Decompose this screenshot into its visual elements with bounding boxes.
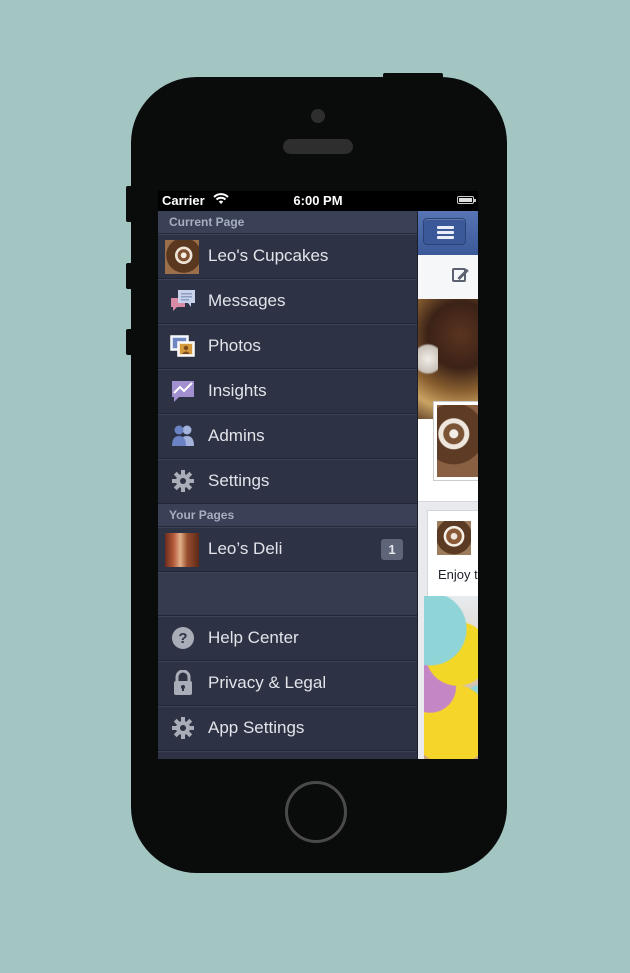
clock: 6:00 PM	[293, 193, 343, 208]
menu-item-log-out[interactable]: Log Out	[158, 751, 417, 759]
svg-text:?: ?	[178, 630, 187, 647]
menu-item-leos-cupcakes[interactable]: Leo's Cupcakes	[158, 234, 417, 279]
post-author-avatar	[437, 521, 471, 555]
page-thumbnail	[165, 240, 199, 274]
menu-item-label: Photos	[208, 336, 261, 355]
menu-item-messages[interactable]: Messages	[158, 279, 417, 324]
menu-item-help-center[interactable]: ? Help Center	[158, 616, 417, 661]
hamburger-icon	[437, 236, 454, 239]
page-thumbnail	[165, 533, 199, 567]
menu-item-admins[interactable]: Admins	[158, 414, 417, 459]
menu-item-privacy-legal[interactable]: Privacy & Legal	[158, 661, 417, 706]
status-bar: Carrier 6:00 PM	[158, 191, 478, 211]
menu-item-label: Help Center	[208, 628, 299, 647]
menu-item-label: Insights	[208, 381, 267, 400]
gear-icon	[168, 466, 198, 496]
menu-item-label: Admins	[208, 426, 265, 445]
side-menu: Current Page Leo's Cupcakes Messages Pho…	[158, 211, 417, 759]
notification-badge: 1	[381, 539, 403, 560]
menu-item-insights[interactable]: Insights	[158, 369, 417, 414]
earpiece-speaker	[283, 139, 353, 154]
hamburger-icon	[437, 226, 454, 229]
gear-icon	[168, 713, 198, 743]
insights-icon	[168, 376, 198, 406]
admins-icon	[168, 421, 198, 451]
menu-item-app-settings[interactable]: App Settings	[158, 706, 417, 751]
menu-item-label: Leo's Cupcakes	[208, 246, 329, 265]
post-text: Enjoy t	[438, 567, 478, 582]
menu-item-label: Settings	[208, 471, 270, 490]
power-icon	[168, 758, 198, 759]
menu-toggle-button[interactable]	[423, 218, 466, 245]
menu-item-label: Privacy & Legal	[208, 673, 327, 692]
menu-item-leos-deli[interactable]: Leo’s Deli 1	[158, 527, 417, 572]
help-icon: ?	[168, 623, 198, 653]
photos-icon	[168, 331, 198, 361]
profile-picture	[433, 401, 478, 481]
nav-bar	[418, 211, 478, 255]
page-content-peek[interactable]: Enjoy t	[417, 211, 478, 759]
menu-item-label: Leo’s Deli	[208, 539, 283, 558]
battery-icon	[457, 196, 476, 204]
menu-item-label: Messages	[208, 291, 286, 310]
post-card[interactable]: Enjoy t	[427, 510, 478, 600]
compose-bar	[418, 255, 478, 300]
phone-screen: Carrier 6:00 PM Current Page Leo's Cupca…	[158, 191, 478, 759]
menu-spacer	[158, 572, 417, 616]
messages-icon	[168, 286, 198, 316]
menu-item-photos[interactable]: Photos	[158, 324, 417, 369]
lock-icon	[168, 668, 198, 698]
section-header-current-page: Current Page	[158, 211, 417, 234]
menu-item-label: App Settings	[208, 718, 305, 737]
menu-item-settings[interactable]: Settings	[158, 459, 417, 504]
front-camera	[311, 109, 325, 123]
hamburger-icon	[437, 231, 454, 234]
post-photo[interactable]	[424, 596, 478, 759]
compose-icon[interactable]	[452, 268, 466, 282]
home-button[interactable]	[285, 781, 347, 843]
section-header-your-pages: Your Pages	[158, 504, 417, 527]
